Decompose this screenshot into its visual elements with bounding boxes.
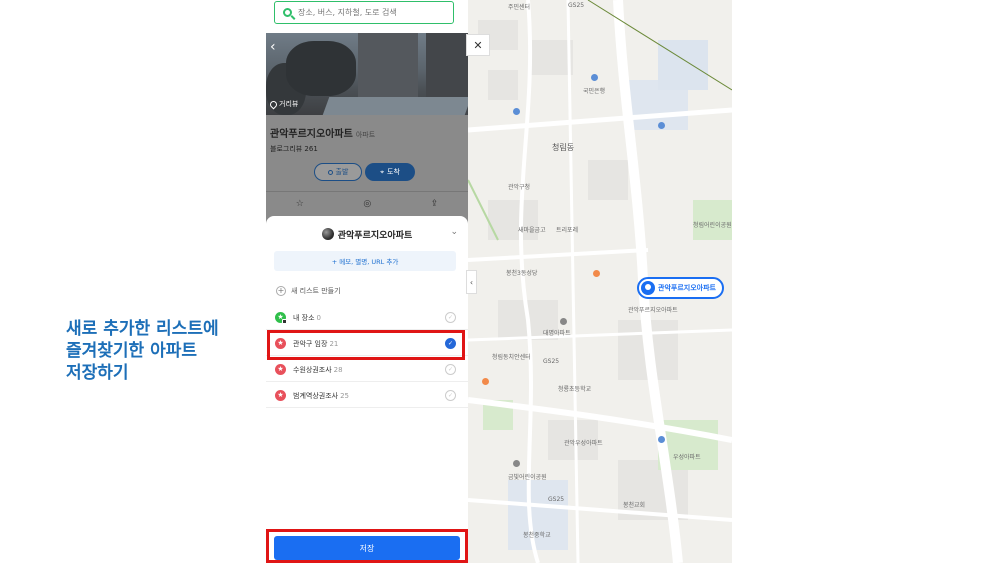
map-label: 봉천중학교: [523, 532, 551, 539]
depart-label: 출발: [335, 168, 349, 176]
map-label: 청림동치안센터: [492, 354, 531, 361]
poi-marker[interactable]: [482, 378, 489, 385]
streetview-button[interactable]: 거리뷰: [268, 99, 299, 109]
add-memo-button[interactable]: + 메모, 별명, URL 추가: [274, 251, 456, 271]
star-icon: ★: [275, 390, 286, 401]
star-icon[interactable]: ☆: [296, 199, 304, 209]
map-label: 관악푸르지오아파트: [628, 307, 678, 314]
map-label: 청림어린이공원: [693, 222, 732, 229]
map-label: 금빛어린이공원: [508, 474, 547, 481]
streetview-label: 거리뷰: [279, 100, 299, 108]
map-label: 국민은행: [583, 88, 606, 95]
location-pin-icon: [641, 281, 655, 295]
save-list-sheet: 관악푸르지오아파트 ⌄ + 메모, 별명, URL 추가 + 새 리스트 만들기…: [266, 216, 468, 563]
map-label: 우성아파트: [673, 454, 701, 461]
star-icon: ★: [275, 312, 287, 324]
depart-icon: [327, 169, 333, 175]
map-label: 대명아파트: [543, 330, 571, 337]
map-label: GS25: [548, 496, 565, 503]
streetview-icon: [268, 99, 279, 109]
share-icon[interactable]: ⇪: [431, 199, 439, 209]
poi-marker[interactable]: [591, 74, 598, 81]
map-label: 관악구청: [508, 184, 531, 191]
collapse-panel-button[interactable]: ‹: [466, 270, 477, 294]
arrive-label: 도착: [387, 168, 400, 176]
poi-marker[interactable]: [658, 436, 665, 443]
search-icon: [283, 8, 292, 17]
map-label: 청룡초등학교: [558, 386, 592, 393]
review-count[interactable]: 블로그리뷰 261: [270, 144, 318, 154]
list-checkbox[interactable]: ✓: [445, 390, 456, 401]
list-count: 28: [333, 365, 343, 374]
list-item[interactable]: ★ 수원상권조사 28 ✓: [266, 358, 468, 382]
depart-button[interactable]: 출발: [314, 163, 362, 181]
list-count: 0: [316, 313, 322, 322]
map-label: 주민센터: [508, 4, 531, 11]
map-label: GS25: [543, 358, 560, 365]
chevron-down-icon[interactable]: ⌄: [450, 227, 458, 237]
location-icon: ⌖: [380, 167, 385, 176]
back-arrow-icon[interactable]: ‹: [270, 39, 276, 55]
screen: 새로 추가한 리스트에 즐겨찾기한 아파트 저장하기 주민센터 GS25 국민은…: [0, 0, 1000, 563]
sheet-title: 관악푸르지오아파트: [337, 230, 413, 241]
map-label: 트리포레: [556, 227, 579, 234]
place-map-pin[interactable]: 관악푸르지오아파트: [637, 277, 724, 299]
annotation-line-2: 즐겨찾기한 아파트: [66, 341, 198, 361]
annotation-line-1: 새로 추가한 리스트에: [66, 319, 219, 339]
list-item[interactable]: ★ 범계역상권조사 25 ✓: [266, 384, 468, 408]
place-info-dimmed: 관악푸르지오아파트 아파트 블로그리뷰 261 출발 ⌖ 도착 ☆ ◎ ⇪: [266, 115, 468, 225]
new-list-button[interactable]: + 새 리스트 만들기: [276, 286, 341, 296]
place-panel: ‹ 거리뷰 관악푸르지오아파트 아파트 블로그리뷰 261 출발 ⌖ 도착 ☆: [266, 0, 468, 563]
list-item[interactable]: ★ 내 장소 0 ✓: [266, 306, 468, 330]
sheet-header[interactable]: 관악푸르지오아파트 ⌄: [266, 224, 468, 244]
plus-icon: +: [276, 286, 286, 296]
search-input[interactable]: [298, 8, 448, 17]
lock-icon: [282, 319, 287, 324]
close-icon[interactable]: ✕: [466, 34, 490, 56]
list-checkbox[interactable]: ✓: [445, 312, 456, 323]
map-pin-icon[interactable]: ◎: [363, 199, 371, 209]
poi-marker[interactable]: [513, 460, 520, 467]
map-label: 관악우성아파트: [564, 440, 603, 447]
poi-marker[interactable]: [658, 122, 665, 129]
list-name: 범계역상권조사: [293, 391, 339, 400]
search-bar[interactable]: [274, 1, 454, 24]
place-name: 관악푸르지오아파트: [270, 129, 353, 140]
poi-marker[interactable]: [560, 318, 567, 325]
map-label: 청림동: [552, 143, 575, 152]
place-category: 아파트: [355, 131, 376, 139]
star-icon: ★: [275, 364, 286, 375]
new-list-label: 새 리스트 만들기: [291, 287, 341, 295]
highlight-box-list: [267, 330, 465, 360]
map-label: 새마을금고: [518, 227, 546, 234]
annotation-line-3: 저장하기: [66, 363, 129, 383]
poi-marker[interactable]: [593, 270, 600, 277]
list-name: 수원상권조사: [293, 365, 332, 374]
map-label: 봉천3동성당: [506, 270, 538, 277]
list-checkbox[interactable]: ✓: [445, 364, 456, 375]
map-label: 봉천교회: [623, 502, 646, 509]
arrive-button[interactable]: ⌖ 도착: [365, 163, 415, 181]
place-thumbnail: [321, 228, 334, 240]
instruction-annotation: 새로 추가한 리스트에 즐겨찾기한 아파트 저장하기: [66, 318, 266, 384]
list-name: 내 장소: [293, 313, 315, 322]
map-pin-label: 관악푸르지오아파트: [658, 284, 716, 292]
highlight-box-save: [266, 529, 468, 563]
poi-marker[interactable]: [513, 108, 520, 115]
map-label: GS25: [568, 2, 585, 9]
list-count: 25: [340, 391, 350, 400]
street-photo[interactable]: ‹ 거리뷰: [266, 33, 468, 115]
